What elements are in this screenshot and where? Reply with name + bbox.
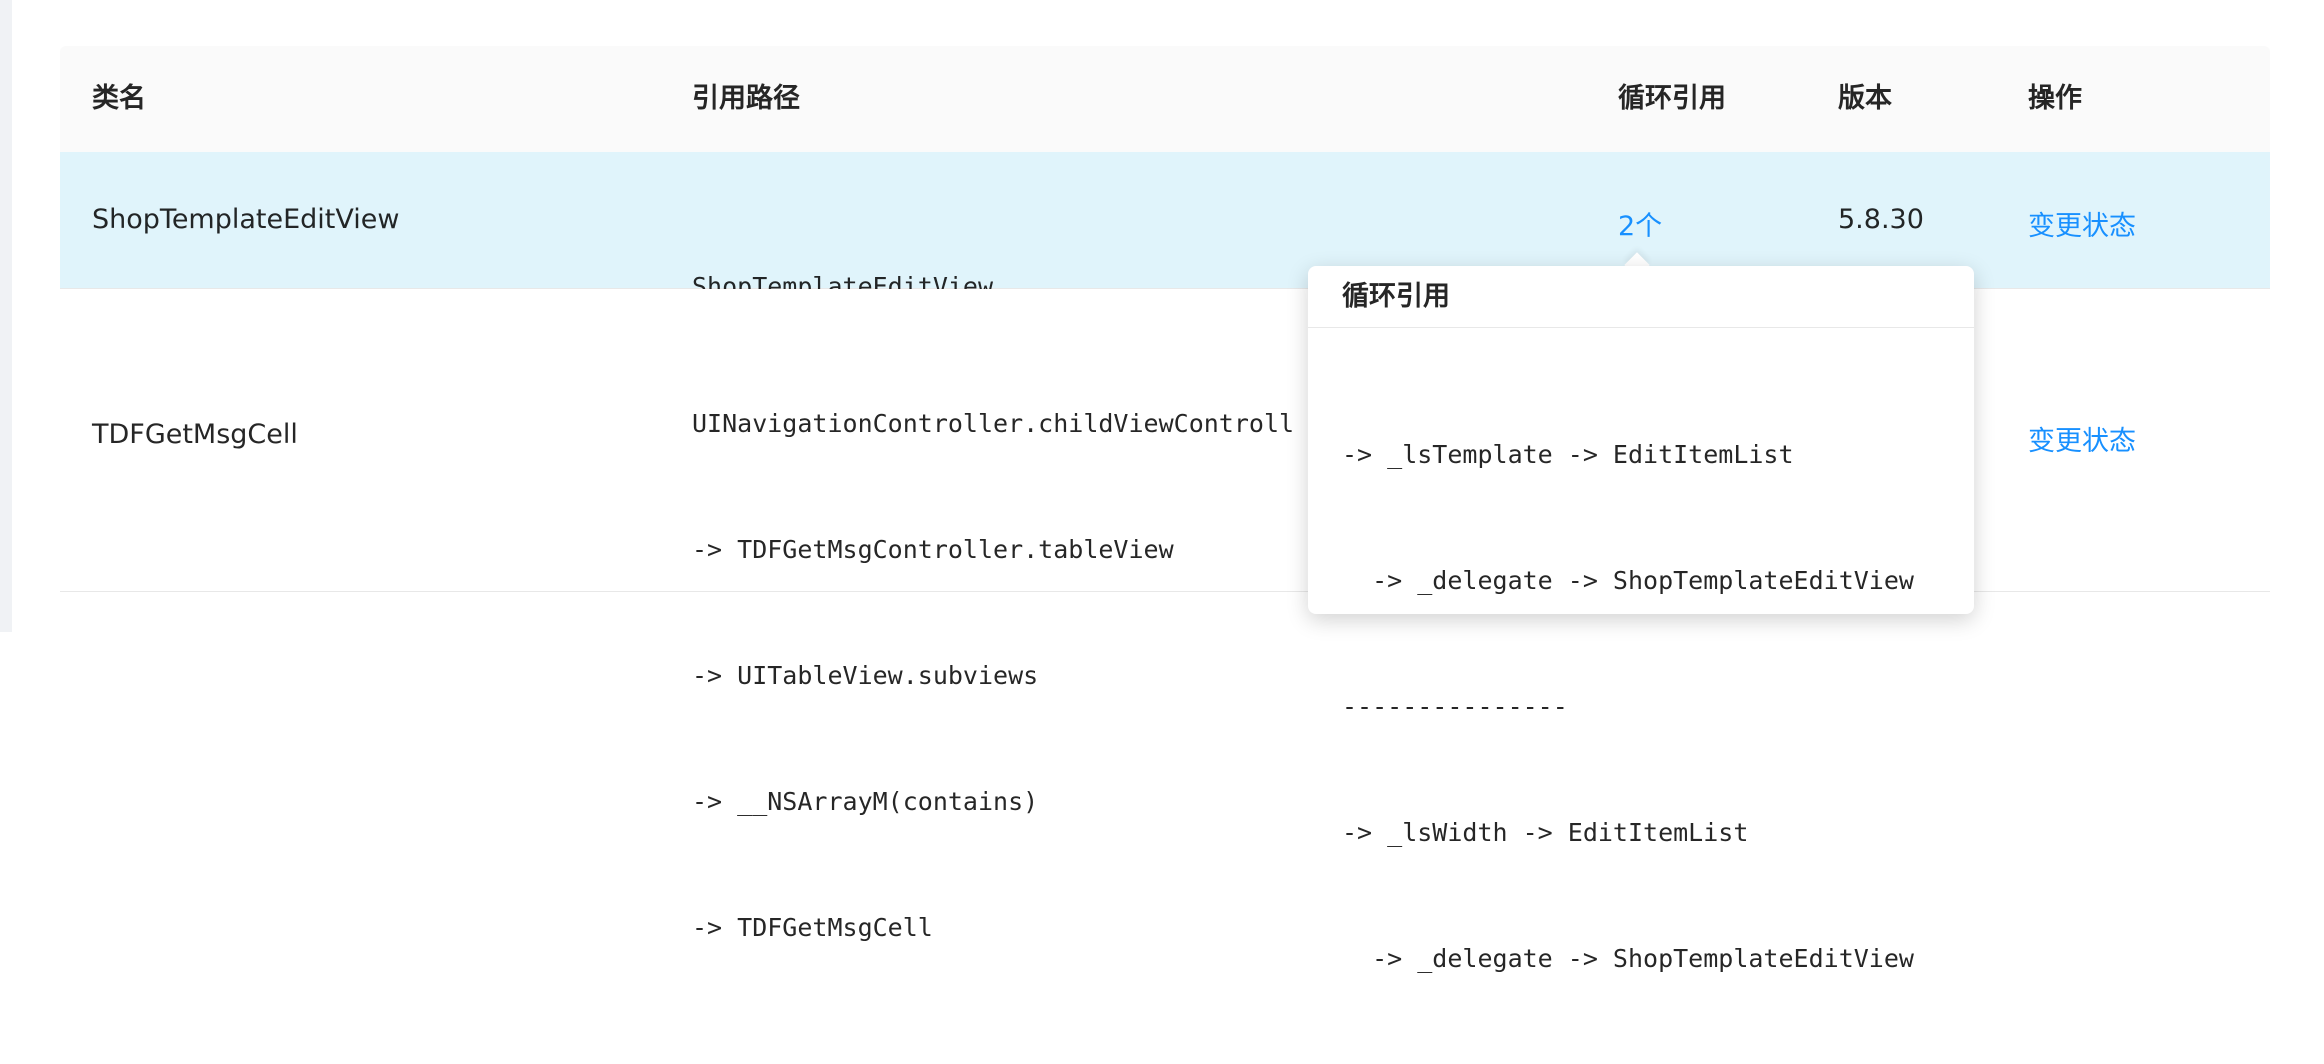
- change-status-link[interactable]: 变更状态: [2028, 419, 2136, 458]
- cycle-ref-link[interactable]: 2个: [1618, 204, 1662, 243]
- popover-line: -> _lsWidth -> EditItemList: [1342, 818, 1749, 847]
- ref-path-line: UINavigationController.childViewControll: [692, 409, 1295, 438]
- table-header: 类名 引用路径 循环引用 版本 操作: [60, 46, 2270, 153]
- column-header-cycle-ref: 循环引用: [1618, 83, 1726, 114]
- column-header-ref-path: 引用路径: [692, 83, 800, 114]
- class-name-cell: TDFGetMsgCell: [92, 419, 298, 450]
- version-cell: 5.8.30: [1838, 204, 1924, 235]
- popover-title: 循环引用: [1308, 266, 1974, 328]
- popover-separator: ---------------: [1342, 692, 1568, 721]
- ref-path-cell: UINavigationController.childViewControll…: [692, 319, 1312, 1033]
- popover-line: -> _delegate -> ShopTemplateEditView: [1342, 944, 1914, 973]
- column-header-version: 版本: [1838, 83, 1892, 114]
- class-name-cell: ShopTemplateEditView: [92, 204, 400, 235]
- ref-path-line: -> TDFGetMsgCell: [692, 913, 933, 942]
- cycle-ref-popover: 循环引用 -> _lsTemplate -> EditItemList -> _…: [1308, 266, 1974, 973]
- popover-content: -> _lsTemplate -> EditItemList -> _deleg…: [1342, 350, 1914, 1064]
- popover-line: -> _lsTemplate -> EditItemList: [1342, 440, 1794, 469]
- column-header-class-name: 类名: [92, 83, 146, 114]
- ref-path-line: -> UITableView.subviews: [692, 661, 1039, 690]
- column-header-action: 操作: [2028, 83, 2082, 114]
- ref-path-line: -> TDFGetMsgController.tableView: [692, 535, 1174, 564]
- page-left-strip: [0, 0, 12, 632]
- popover-line: -> _delegate -> ShopTemplateEditView: [1342, 566, 1914, 595]
- change-status-link[interactable]: 变更状态: [2028, 204, 2136, 243]
- ref-path-line: -> __NSArrayM(contains): [692, 787, 1039, 816]
